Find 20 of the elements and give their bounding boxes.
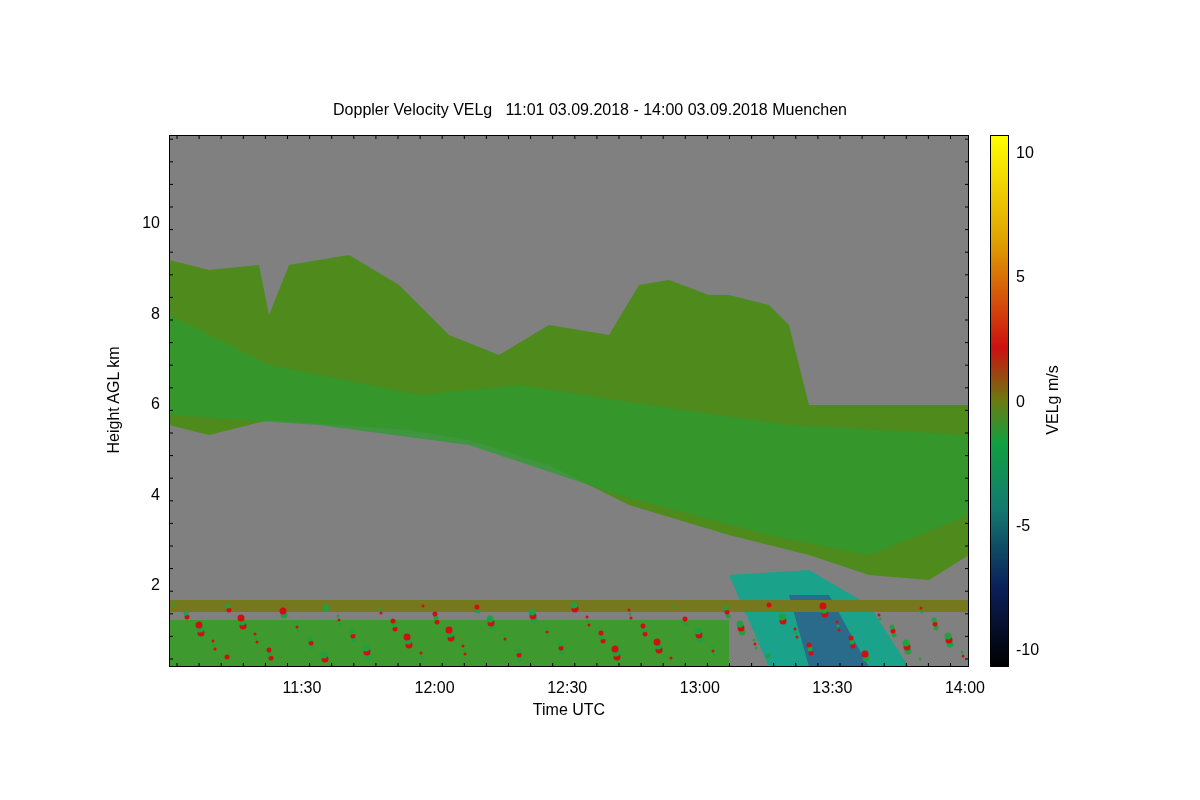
x-tick-label: 14:00	[943, 680, 986, 696]
x-tick-label: 11:30	[281, 680, 323, 696]
colorbar-tick-label: -5	[1016, 517, 1031, 534]
x-tick-label: 13:00	[678, 680, 721, 696]
chart-title: Doppler Velocity VELg 11:01 03.09.2018 - 14:00 03.09.2018 Muenchen	[332, 100, 848, 120]
y-tick-label: 8	[151, 305, 160, 322]
x-tick-label: 12:30	[546, 680, 589, 696]
y-tick-label: 2	[151, 577, 160, 593]
colorbar-tick-label: 0	[1016, 393, 1025, 410]
y-tick-label: 4	[151, 486, 160, 503]
y-axis-label: Height AGL km	[104, 346, 123, 454]
colorbar-label: VELg m/s	[1043, 365, 1062, 435]
x-axis-label: Time UTC	[531, 700, 607, 720]
x-tick-label: 12:00	[413, 680, 456, 696]
y-tick-label: 10	[142, 215, 160, 231]
colorbar-tick-label: 10	[1016, 145, 1034, 161]
x-tick-label: 13:30	[811, 680, 854, 696]
colorbar-tick-label: -10	[1016, 642, 1040, 659]
y-tick-label: 6	[151, 396, 160, 412]
colorbar-tick-label: 5	[1016, 269, 1025, 286]
